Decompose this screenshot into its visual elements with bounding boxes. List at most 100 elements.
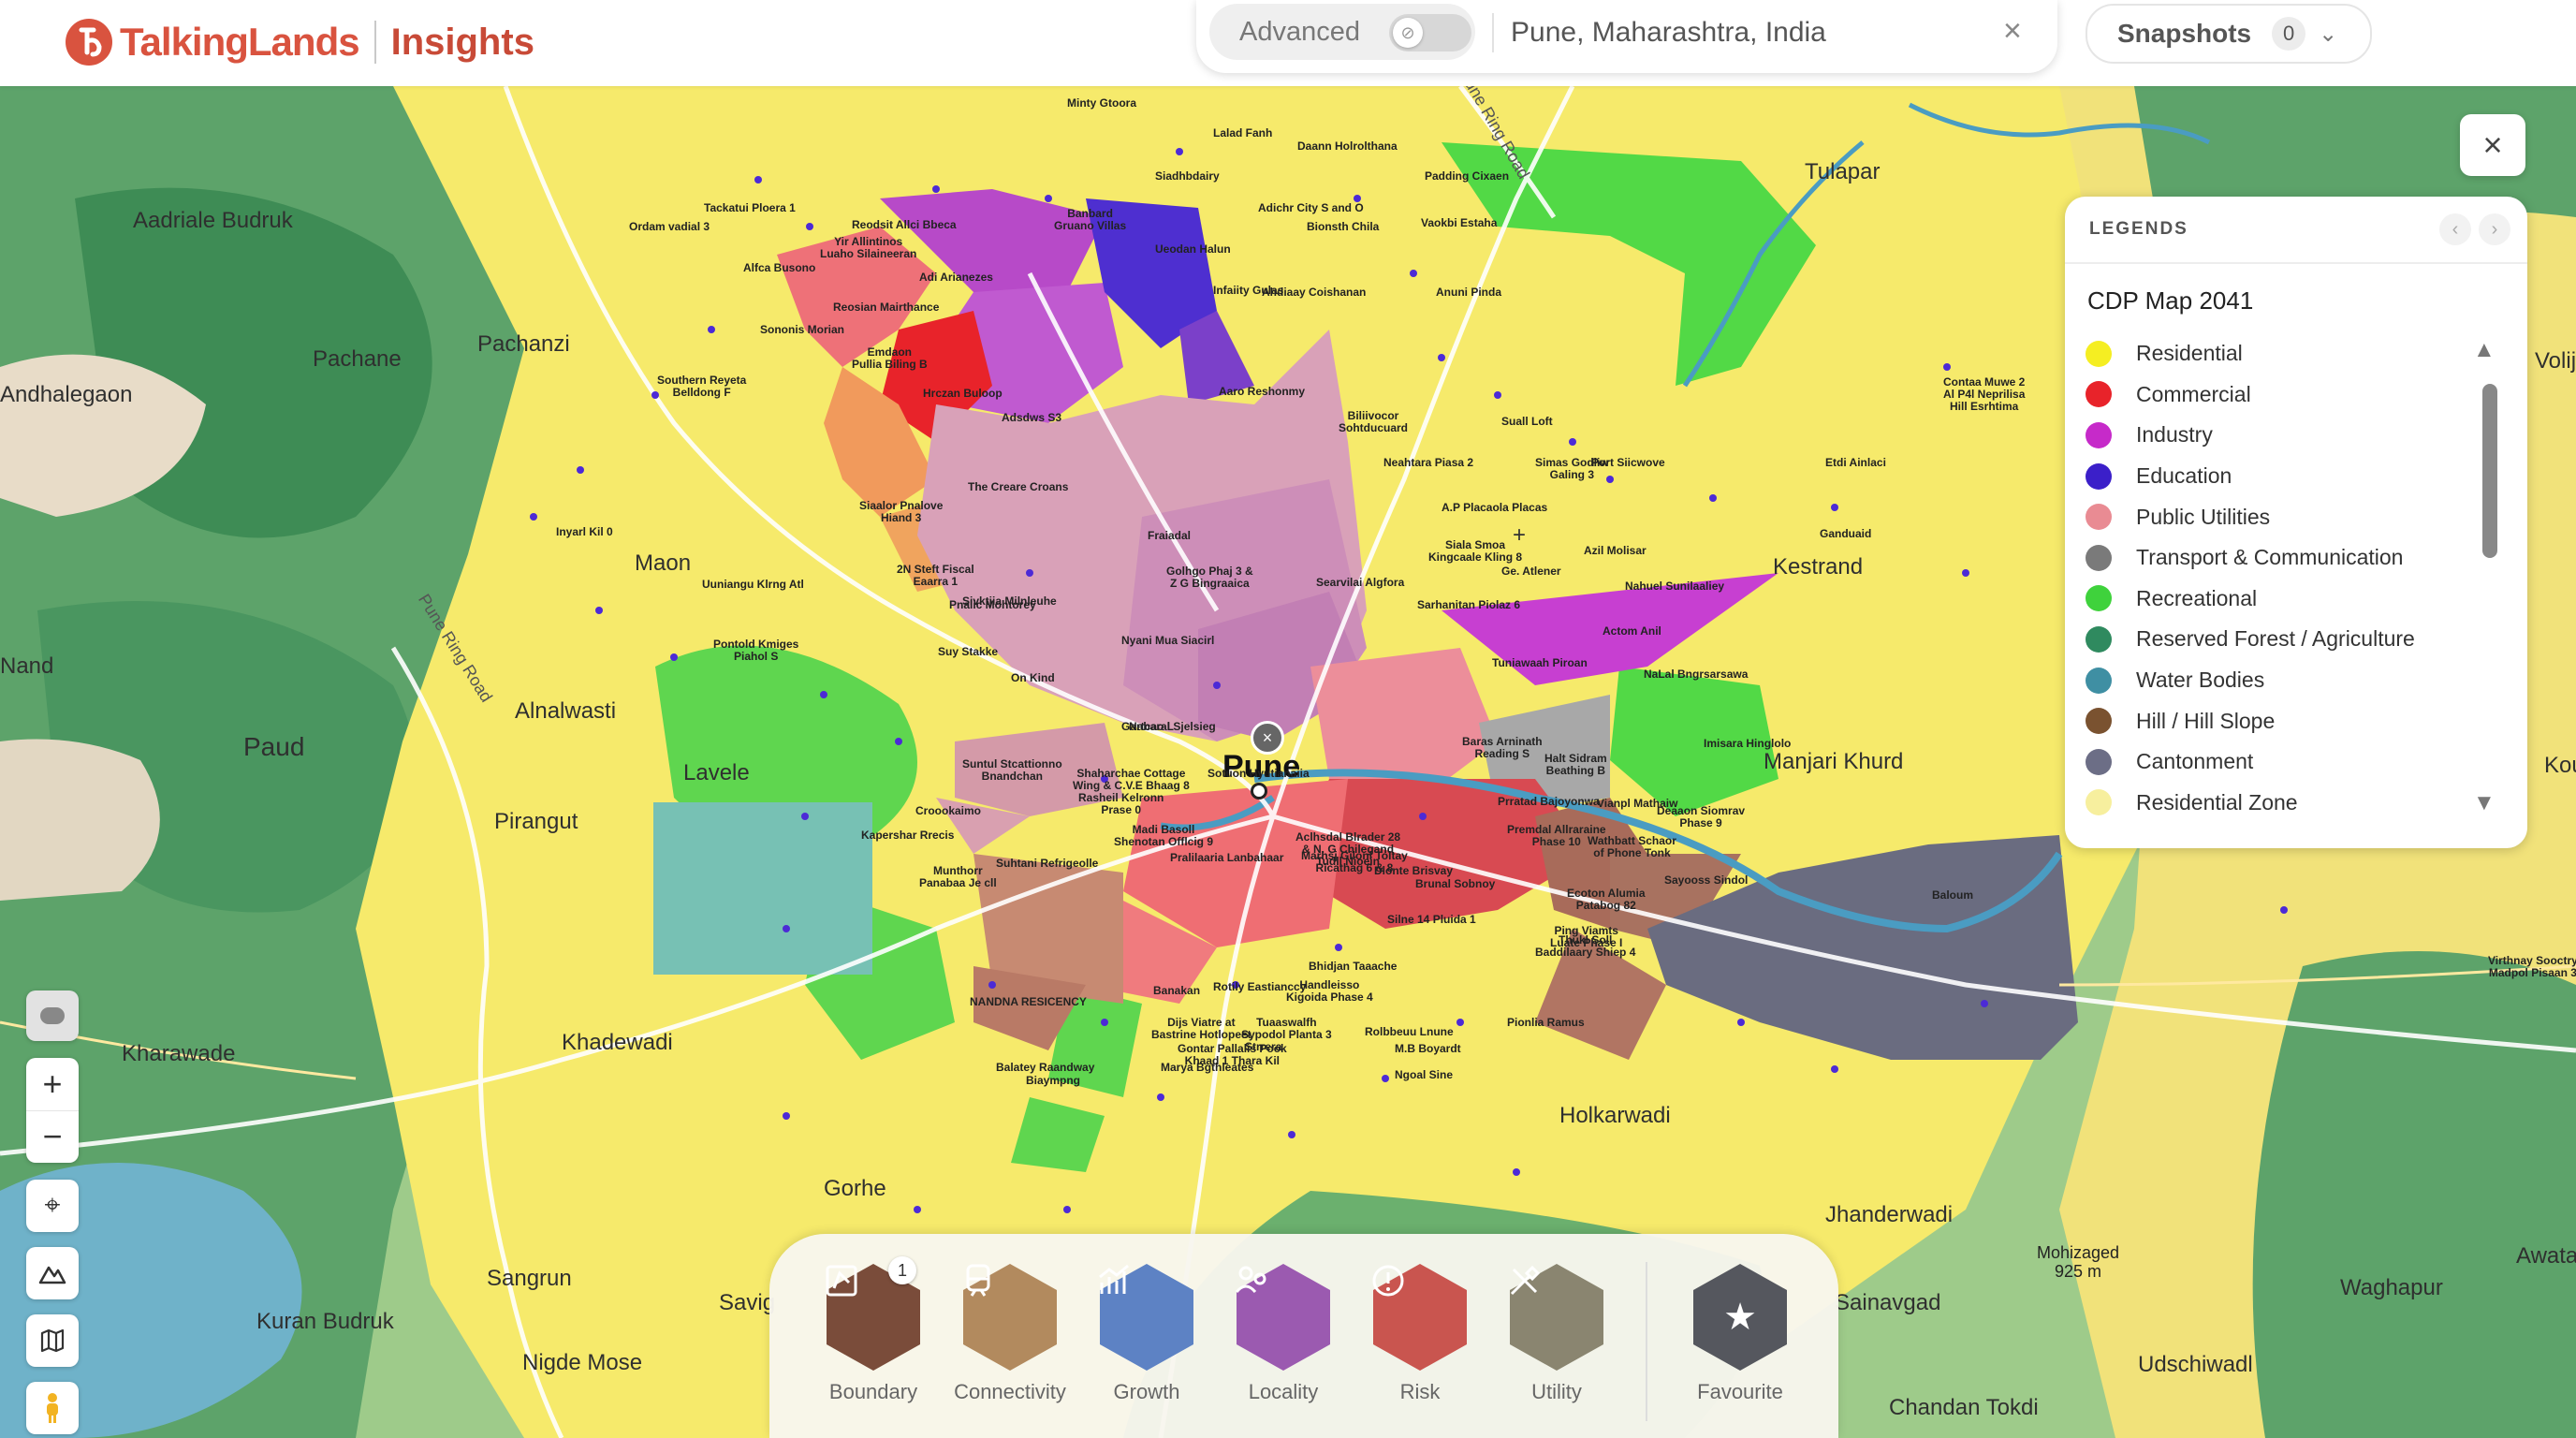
place-label: Ahdiaay Coishanan [1262,286,1367,299]
snapshots-dropdown[interactable]: Snapshots 0 ⌄ [2086,4,2372,64]
location-search-input[interactable] [1509,9,1981,56]
place-label: Aaro Reshonmy [1219,385,1306,398]
place-label: NaLal Bngrsarsawa [1644,668,1749,681]
place-label: Kapershar Rrecis [861,829,955,842]
advanced-switch[interactable]: ⊘ [1389,14,1471,51]
zoom-in-button[interactable]: + [26,1058,79,1111]
place-label: Azil Molisar [1584,544,1647,557]
legend-item-industry[interactable]: Industry [2086,415,2415,456]
legend-item-public-utilities[interactable]: Public Utilities [2086,496,2415,537]
place-label: Padding Cixaen [1425,169,1510,183]
legend-next-icon[interactable]: › [2479,213,2510,245]
peak-label: Mohizaged 925 m [2037,1243,2120,1281]
dock-favourite-button[interactable]: ★ Favourite [1679,1262,1801,1404]
legend-panel: LEGENDS ‹ › CDP Map 2041 Residential Com… [2065,197,2527,848]
scroll-up-icon[interactable]: ▲ [2473,337,2496,363]
place-label: Etdi Ainlaci [1825,456,1886,469]
place-label: Nyani Mua Siacirl [1121,634,1215,647]
place-label: Silne 14 Pluida 1 [1387,913,1476,926]
legend-swatch [2086,585,2112,612]
street-view-button[interactable] [26,1382,79,1434]
town-label: Kharawade [122,1041,236,1066]
legend-item-commercial[interactable]: Commercial [2086,374,2415,416]
place-label: Tuaaswalfh Sypodol Planta 3 [1241,1016,1332,1041]
place-label: Balatey Raandway [996,1061,1095,1074]
legend-item-transport[interactable]: Transport & Communication [2086,537,2415,579]
place-label: Nahuel Sunilaaliey [1625,580,1725,593]
legend-item-label: Commercial [2136,381,2251,406]
dock-connectivity-button[interactable]: Connectivity [949,1262,1071,1404]
basemap-button[interactable] [26,1314,79,1367]
legend-swatch [2086,340,2112,367]
dock-utility-button[interactable]: Utility [1496,1262,1617,1404]
place-label: Anuni Pinda [1436,286,1501,299]
legend-item-residential-zone[interactable]: Residential Zone [2086,783,2415,824]
place-label: Ge. Atlener [1501,565,1561,578]
place-label: Dlonte Brisvay [1374,864,1454,877]
zoom-out-button[interactable]: − [26,1110,79,1163]
dock-risk-button[interactable]: Risk [1359,1262,1481,1404]
target-icon: ⌖ [44,1190,61,1221]
place-label: Banbard Gruano Villas [1054,207,1127,232]
town-label: Alnalwasti [515,698,617,724]
location-pin-icon[interactable]: × [1251,721,1284,755]
place-label: Fraiadal [1148,529,1192,542]
legend-item-water-bodies[interactable]: Water Bodies [2086,660,2415,701]
place-label: Marya Bgthleates [1161,1061,1254,1074]
legend-item-recreational[interactable]: Recreational [2086,579,2415,620]
dock-label: Favourite [1697,1380,1783,1403]
place-label: Siaalor Pnalove Hiand 3 [859,499,944,524]
town-label: Savig [719,1290,776,1315]
legend-item-hill-slope[interactable]: Hill / Hill Slope [2086,700,2415,741]
town-label: Sainavgad [1835,1290,1941,1315]
place-label: Gartcao L [1121,720,1175,733]
legend-item-cantonment[interactable]: Cantonment [2086,741,2415,783]
place-label: Ngoal Sine [1395,1068,1454,1081]
town-label: Gorhe [824,1176,886,1201]
map-icon [40,1328,65,1353]
dock-growth-button[interactable]: Growth [1086,1262,1208,1404]
growth-icon [1096,1262,1197,1372]
locate-me-button[interactable]: ⌖ [26,1180,79,1232]
legend-item-label: Public Utilities [2136,504,2271,529]
place-label: Searvilai Algfora [1316,576,1405,589]
town-label: Nigde Mose [522,1350,643,1375]
place-label: Rolbbeuu Lnune [1365,1025,1454,1038]
place-label: Wathbatt Schaor of Phone Tonk [1588,834,1676,859]
clear-search-icon[interactable]: × [2003,13,2022,50]
legend-swatch [2086,381,2112,408]
advanced-toggle[interactable]: Advanced ⊘ [1209,4,1475,60]
legend-item-residential[interactable]: Residential [2086,333,2415,374]
place-label: Virthnay Sooctry Madpol Pisaan 3 [2488,954,2576,979]
legend-item-label: Cantonment [2136,749,2254,774]
place-label: Bionsth Chila [1307,220,1380,233]
legend-item-reserved-forest[interactable]: Reserved Forest / Agriculture [2086,619,2415,660]
legend-scrollbar-thumb[interactable] [2482,384,2497,558]
snapshots-label: Snapshots [2117,19,2252,48]
place-label: Neahtara Piasa 2 [1383,456,1474,469]
place-label: Pnalic Mohtorey [949,598,1036,611]
layer-toggle-button[interactable] [26,990,79,1041]
place-label: Suall Loft [1501,415,1553,428]
place-label: Rotily Eastianccy [1213,980,1307,993]
boundary-count-badge: 1 [888,1256,916,1284]
legend-item-education[interactable]: Education [2086,456,2415,497]
town-label: Pachane [313,346,402,372]
scroll-down-icon[interactable]: ▼ [2473,790,2496,816]
brand-logo[interactable]: TalkingLands Insights [66,9,534,75]
town-label: Awata [2516,1243,2576,1269]
terrain-button[interactable] [26,1247,79,1299]
legend-prev-icon[interactable]: ‹ [2439,213,2471,245]
place-label: Hrczan Buloop [923,387,1003,400]
dock-divider [1646,1262,1647,1421]
town-label: Andhalegaon [0,382,133,407]
close-legend-button[interactable]: × [2460,114,2525,176]
dock-boundary-button[interactable]: 1 Boundary [812,1256,934,1404]
place-label: Golhgo Phaj 3 & Z G Bingraaica [1166,565,1253,590]
legend-item-label: Residential Zone [2136,789,2298,814]
place-label: The Creare Croans [968,480,1069,493]
legend-swatch [2086,504,2112,531]
place-label: Rasheil Kelronn Prase 0 [1078,791,1164,816]
tools-icon [1506,1262,1607,1372]
dock-locality-button[interactable]: Locality [1222,1262,1344,1404]
